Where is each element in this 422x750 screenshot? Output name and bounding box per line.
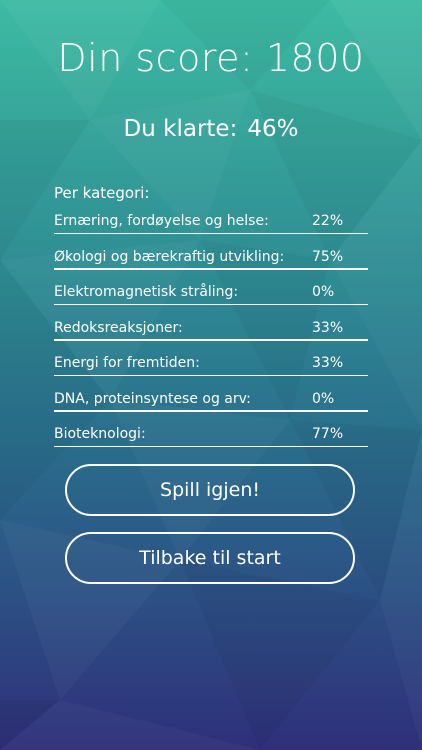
category-name: Energi for fremtiden: — [54, 355, 200, 371]
category-value: 33% — [312, 355, 344, 371]
category-value: 75% — [312, 248, 344, 265]
category-value: 33% — [312, 319, 344, 336]
category-row: Bioteknologi: 77% — [54, 412, 370, 447]
category-row: Redoksreaksjoner: 33% — [54, 305, 370, 341]
category-row: Økologi og bærekraftig utvikling: 75% — [54, 234, 370, 270]
category-value: 22% — [312, 213, 344, 229]
category-row: Energi for fremtiden: 33% — [54, 341, 370, 376]
category-row: Elektromagnetisk stråling: 0% — [54, 270, 370, 305]
category-name: Redoksreaksjoner: — [54, 319, 183, 336]
category-value: 0% — [312, 390, 335, 407]
category-value: 77% — [312, 426, 344, 442]
results-screen: Din score: 1800 Du klarte: 46% Per katego… — [0, 0, 422, 750]
category-heading: Per kategori: — [54, 184, 150, 202]
result-percent: 46% — [247, 116, 299, 142]
back-to-start-button[interactable]: Tilbake til start — [65, 532, 355, 584]
score-title: Din score: 1800 — [57, 36, 365, 80]
result-summary: Du klarte: 46% — [0, 116, 422, 142]
divider — [54, 445, 368, 447]
category-name: DNA, proteinsyntese og arv: — [54, 390, 251, 407]
category-row: DNA, proteinsyntese og arv: 0% — [54, 376, 370, 412]
category-name: Økologi og bærekraftig utvikling: — [54, 248, 285, 265]
category-name: Bioteknologi: — [54, 426, 146, 442]
category-name: Elektromagnetisk stråling: — [54, 284, 239, 300]
category-value: 0% — [312, 284, 335, 300]
category-list: Per kategori: Ernæring, fordøyelse og he… — [54, 184, 370, 447]
category-name: Ernæring, fordøyelse og helse: — [54, 213, 269, 229]
play-again-button[interactable]: Spill igjen! — [65, 464, 355, 516]
result-label: Du klarte: — [123, 116, 238, 142]
category-row: Ernæring, fordøyelse og helse: 22% — [54, 206, 370, 234]
